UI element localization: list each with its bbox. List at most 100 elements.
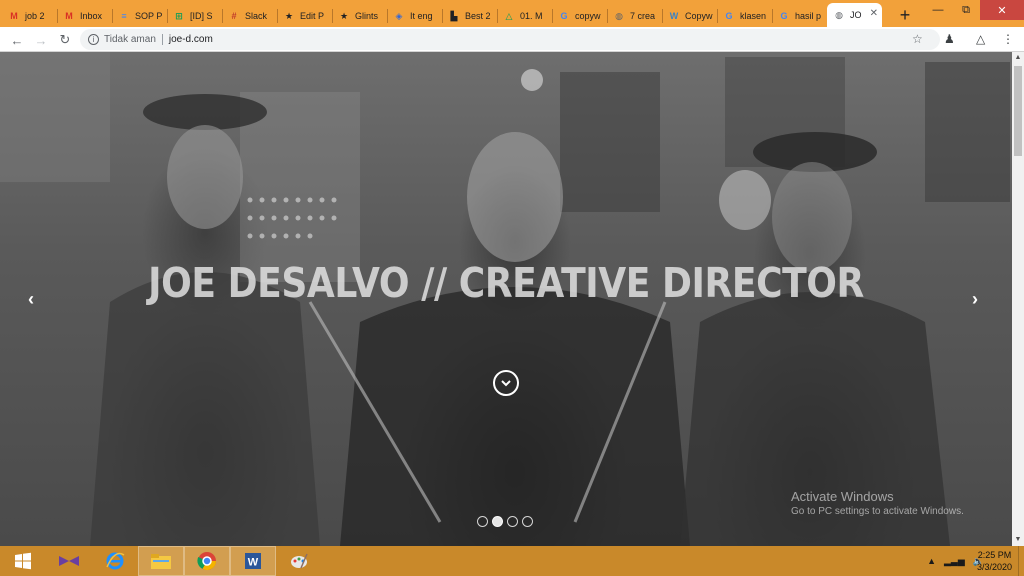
windows-start-icon[interactable] <box>0 546 46 576</box>
restore-icon[interactable]: ⧉ <box>952 0 980 20</box>
forward-arrow-icon[interactable]: → <box>32 31 50 49</box>
taskbar-clock[interactable]: 2:25 PM 3/3/2020 <box>977 549 1012 573</box>
minimize-icon[interactable]: — <box>924 0 952 20</box>
browser-toolbar: ← → ↻ i Tidak aman joe-d.com ☆ ♟ △ ⋮ <box>0 27 1024 52</box>
back-arrow-icon[interactable]: ← <box>8 31 26 49</box>
reload-icon[interactable]: ↻ <box>56 31 74 49</box>
tab-label: 01. M <box>520 11 543 21</box>
show-desktop-button[interactable] <box>1018 546 1024 576</box>
tab-13[interactable]: Gklasen <box>717 5 772 27</box>
tab-4[interactable]: # Slack <box>222 5 277 27</box>
tab-3[interactable]: ⊞ [ID] S <box>167 5 222 27</box>
w-icon: W <box>669 11 679 21</box>
address-bar[interactable]: i Tidak aman joe-d.com <box>80 29 940 50</box>
vertical-scrollbar[interactable]: ▲ ▼ <box>1012 52 1024 546</box>
tray-expand-icon[interactable]: ▲ <box>927 556 936 566</box>
tab-label: Copyw <box>685 11 713 21</box>
file-explorer-icon[interactable] <box>138 546 184 576</box>
tab-label: JO <box>850 10 862 20</box>
tab-12[interactable]: W Copyw <box>662 5 717 27</box>
tab-15[interactable]: ◍ JO ✕ <box>827 3 882 27</box>
slider-dot-1[interactable] <box>492 516 503 527</box>
drive-icon: △ <box>505 10 513 21</box>
tab-label: [ID] S <box>190 11 213 21</box>
window-controls: — ⧉ ✕ <box>924 0 1024 20</box>
tab-label: copyw <box>575 11 601 21</box>
scroll-down-button[interactable] <box>493 370 519 396</box>
slider-dot-3[interactable] <box>522 516 533 527</box>
internet-explorer-icon[interactable] <box>92 546 138 576</box>
tab-close-icon[interactable]: ✕ <box>870 8 878 19</box>
store-icon: ▙ <box>450 10 458 21</box>
tab-9[interactable]: △ 01. M <box>497 5 552 27</box>
omnibox-divider <box>161 34 163 45</box>
chevron-down-icon <box>501 380 511 387</box>
tab-0[interactable]: Mjob 2 <box>2 5 57 27</box>
tab-2[interactable]: ≡ SOP P <box>112 5 167 27</box>
tab-11[interactable]: ◍ 7 crea <box>607 5 662 27</box>
slider-dots <box>477 516 533 527</box>
slider-dot-0[interactable] <box>477 516 488 527</box>
scroll-up-icon[interactable]: ▲ <box>1012 52 1024 64</box>
gmail-icon: M <box>65 11 73 21</box>
word-icon[interactable]: W <box>230 546 276 576</box>
system-tray: ▲ ▂▃▅ 🔈 <box>927 546 984 576</box>
tab-label: 7 crea <box>630 11 656 21</box>
tab-list: Mjob 2 M Inbox ≡ SOP P ⊞ [ID] S # Slack ★ Edit P ★ G… <box>2 3 916 27</box>
tab-label: It eng <box>410 11 433 21</box>
window-close-icon[interactable]: ✕ <box>980 0 1024 20</box>
shield-icon: ◈ <box>395 10 403 21</box>
watermark-title: Activate Windows <box>791 489 894 504</box>
scroll-down-icon[interactable]: ▼ <box>1012 534 1024 546</box>
watermark-subtitle: Go to PC settings to activate Windows. <box>791 506 964 517</box>
globe-icon: ◍ <box>615 10 623 21</box>
profile-extension-icon[interactable]: △ <box>976 32 985 46</box>
menu-kebab-icon[interactable]: ⋮ <box>1002 32 1014 46</box>
windows-taskbar: W ▲ ▂▃▅ 🔈 2:25 PM 3/3/2020 <box>0 546 1024 576</box>
extension-icon[interactable]: ♟ <box>944 32 955 46</box>
slider-dot-2[interactable] <box>507 516 518 527</box>
sheets-icon: ⊞ <box>175 10 183 21</box>
paint-icon[interactable] <box>276 546 322 576</box>
tab-label: SOP P <box>135 11 163 21</box>
tab-1[interactable]: M Inbox <box>57 5 112 27</box>
tab-7[interactable]: ◈ It eng <box>387 5 442 27</box>
tab-label: Glints <box>355 11 379 21</box>
tab-label: Edit P <box>300 11 325 21</box>
tab-label: Slack <box>245 11 268 21</box>
google-icon: G <box>560 11 568 21</box>
google-icon: G <box>725 11 733 21</box>
star-icon: ★ <box>284 10 294 21</box>
tab-label: klasen <box>740 11 767 21</box>
tab-8[interactable]: ▙ Best 2 <box>442 5 497 27</box>
bookmark-star-icon[interactable]: ☆ <box>912 32 923 46</box>
tab-label: hasil p <box>795 11 822 21</box>
activate-windows-watermark: Activate Windows Go to PC settings to ac… <box>791 489 964 517</box>
security-label: Tidak aman <box>104 34 156 45</box>
tab-5[interactable]: ★ Edit P <box>277 5 332 27</box>
tab-10[interactable]: Gcopyw <box>552 5 607 27</box>
globe-icon: ◍ <box>835 9 843 20</box>
slack-icon: # <box>231 11 237 21</box>
tab-label: Best 2 <box>465 11 491 21</box>
new-tab-button[interactable]: + <box>894 5 916 27</box>
svg-text:W: W <box>248 557 259 569</box>
star-icon: ★ <box>339 10 349 21</box>
tab-label: job 2 <box>25 11 45 21</box>
gmail-icon: M <box>10 11 18 21</box>
scroll-thumb[interactable] <box>1014 66 1022 156</box>
visual-studio-icon[interactable] <box>46 546 92 576</box>
tab-6[interactable]: ★ Glints <box>332 5 387 27</box>
slider-next-button[interactable]: › <box>972 289 978 310</box>
url-text[interactable]: joe-d.com <box>169 34 213 45</box>
tab-14[interactable]: Ghasil p <box>772 5 827 27</box>
clock-time: 2:25 PM <box>977 550 1012 560</box>
google-icon: G <box>780 11 788 21</box>
chrome-icon[interactable] <box>184 546 230 576</box>
tab-label: Inbox <box>80 11 103 21</box>
hero-slider: JOE DESALVO // CREATIVE DIRECTOR ‹ › Act… <box>0 52 1012 546</box>
info-icon[interactable]: i <box>88 34 99 45</box>
network-signal-icon[interactable]: ▂▃▅ <box>944 556 965 567</box>
slider-prev-button[interactable]: ‹ <box>28 289 34 310</box>
tab-strip: Mjob 2 M Inbox ≡ SOP P ⊞ [ID] S # Slack ★ Edit P ★ G… <box>0 0 1024 27</box>
